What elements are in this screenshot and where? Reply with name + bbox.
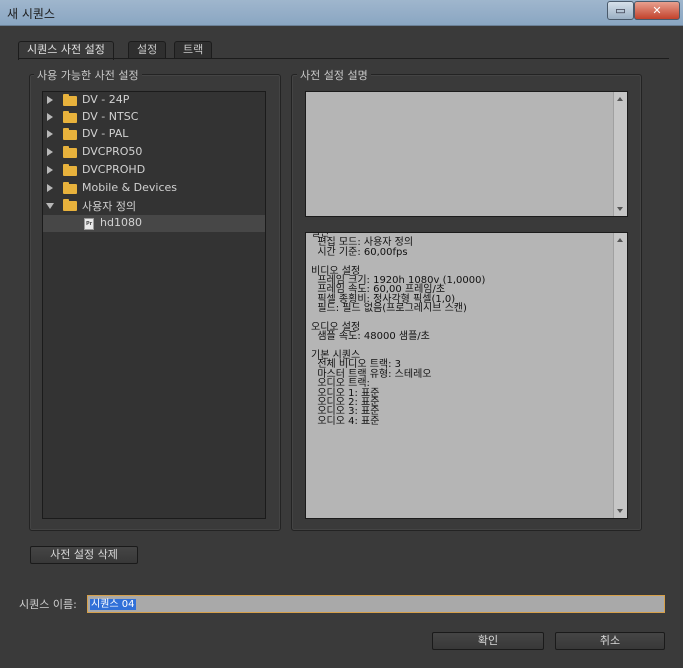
tree-item-dv-pal[interactable]: DV - PAL (43, 126, 265, 143)
description-text-area[interactable] (305, 91, 628, 217)
folder-icon (63, 146, 77, 158)
description-group-title: 사전 설정 설명 (297, 67, 371, 83)
tree-item-custom[interactable]: 사용자 정의 (43, 197, 265, 214)
expand-arrow-icon[interactable] (47, 113, 53, 121)
tab-label: 시퀀스 사전 설정 (27, 43, 105, 56)
sequence-name-value: 시퀀스 04 (90, 599, 136, 610)
info-line: 시간 기준: 60,00fps (311, 246, 408, 258)
info-scrollbar[interactable] (613, 233, 627, 518)
folder-icon (63, 199, 77, 211)
tree-item-label: DV - PAL (82, 127, 129, 140)
scroll-up-arrow-icon[interactable] (617, 238, 623, 242)
preset-info-text-area[interactable]: 일반 편집 모드: 사용자 정의 시간 기준: 60,00fps 비디오 설정 프… (305, 232, 628, 519)
sequence-name-label: 시퀀스 이름: (19, 598, 77, 611)
tab-divider (18, 58, 669, 59)
tree-item-mobile-devices[interactable]: Mobile & Devices (43, 180, 265, 197)
dialog-body: 시퀀스 사전 설정 설정 트랙 사용 가능한 사전 설정 DV - 24P DV… (7, 27, 676, 661)
scroll-down-arrow-icon[interactable] (617, 207, 623, 211)
expand-arrow-icon[interactable] (47, 166, 53, 174)
folder-icon (63, 128, 77, 140)
tab-label: 트랙 (183, 43, 204, 56)
expand-arrow-icon[interactable] (47, 184, 53, 192)
tab-label: 설정 (137, 43, 158, 56)
tree-item-dv-24p[interactable]: DV - 24P (43, 92, 265, 109)
tab-settings[interactable]: 설정 (128, 41, 167, 59)
scroll-up-arrow-icon[interactable] (617, 97, 623, 101)
folder-icon (63, 164, 77, 176)
presets-tree[interactable]: DV - 24P DV - NTSC DV - PAL DVCPRO50 DVC… (42, 91, 266, 519)
tree-item-dvcprohd[interactable]: DVCPROHD (43, 162, 265, 179)
tree-item-label: DVCPRO50 (82, 145, 143, 158)
cancel-button[interactable]: 취소 (555, 632, 665, 650)
tree-item-dv-ntsc[interactable]: DV - NTSC (43, 109, 265, 126)
close-button[interactable]: ✕ (634, 1, 680, 20)
tab-tracks[interactable]: 트랙 (174, 41, 213, 59)
presets-group-title: 사용 가능한 사전 설정 (34, 67, 142, 83)
premiere-preset-file-icon: Pr (84, 218, 94, 230)
expand-arrow-icon[interactable] (47, 148, 53, 156)
window-titlebar: 새 시퀀스 ▭ ✕ (0, 0, 683, 26)
scroll-down-arrow-icon[interactable] (617, 509, 623, 513)
delete-preset-button[interactable]: 사전 설정 삭제 (30, 546, 138, 564)
expand-arrow-icon[interactable] (47, 130, 53, 138)
close-icon: ✕ (652, 4, 662, 17)
tree-item-label: hd1080 (100, 216, 142, 229)
collapse-arrow-icon[interactable] (46, 203, 54, 209)
tree-item-label: 사용자 정의 (82, 200, 137, 213)
folder-icon (63, 94, 77, 106)
folder-icon (63, 111, 77, 123)
ok-button[interactable]: 확인 (432, 632, 544, 650)
info-line: 오디오 4: 표준 (311, 415, 380, 427)
window-title: 새 시퀀스 (7, 7, 55, 21)
tree-item-label: Mobile & Devices (82, 181, 178, 194)
info-line: 필드: 필드 없음(프로그레시브 스캔) (311, 303, 467, 315)
restore-icon: ▭ (615, 4, 626, 17)
tree-item-hd1080[interactable]: Pr hd1080 (43, 215, 265, 232)
tree-item-label: DVCPROHD (82, 163, 146, 176)
tree-item-label: DV - NTSC (82, 110, 139, 123)
restore-button[interactable]: ▭ (607, 1, 634, 20)
folder-icon (63, 182, 77, 194)
description-scrollbar[interactable] (613, 92, 627, 216)
info-line: 샘플 속도: 48000 샘플/초 (311, 331, 430, 343)
expand-arrow-icon[interactable] (47, 96, 53, 104)
sequence-name-input[interactable]: 시퀀스 04 (87, 595, 665, 613)
tree-item-label: DV - 24P (82, 93, 130, 106)
preset-info-text: 일반 편집 모드: 사용자 정의 시간 기준: 60,00fps 비디오 설정 프… (311, 233, 611, 427)
tree-item-dvcpro50[interactable]: DVCPRO50 (43, 144, 265, 161)
